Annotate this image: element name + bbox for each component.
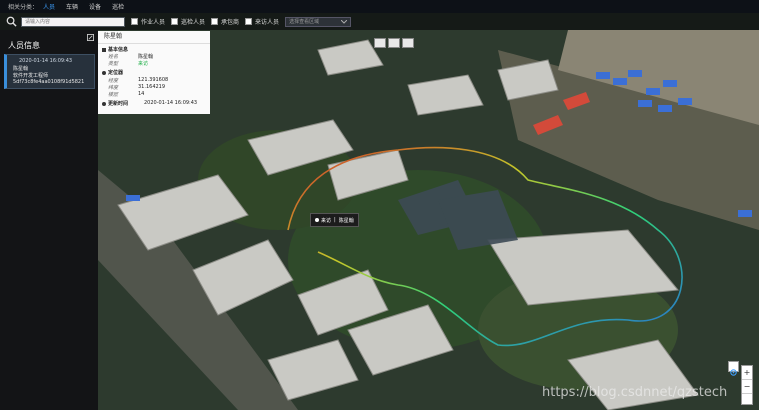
clock-icon <box>102 101 106 106</box>
lon-label: 经度 <box>108 78 119 84</box>
tab-people[interactable]: 人员 <box>43 2 55 11</box>
target-icon <box>730 369 737 376</box>
top-bar: 相关分类： 人员 车辆 设备 巡检 <box>0 0 759 13</box>
checkbox-box[interactable] <box>171 18 179 25</box>
area-select-placeholder: 选择查看区域 <box>289 19 320 25</box>
card-id: 5df73c8fe4aa0108f91d5821 <box>13 79 85 85</box>
name-value: 陈星翰 <box>138 54 154 60</box>
updated-value: 2020-01-14 16:09:43 <box>144 100 198 106</box>
user-icon <box>315 218 319 222</box>
floor-value: 14 <box>138 91 145 97</box>
map-tool-right-icon[interactable] <box>402 38 414 48</box>
checkbox-box[interactable] <box>245 18 253 25</box>
locate-button[interactable] <box>728 361 739 376</box>
floor-label: 楼层 <box>108 92 119 98</box>
checkbox-inspectors[interactable]: 巡检人员 <box>171 17 205 26</box>
person-card[interactable]: 2020-01-14 16:09:43 陈星翰 软件开发工程师 5df73c8f… <box>4 54 95 89</box>
person-info-panel: 人员信息 2020-01-14 16:09:43 陈星翰 软件开发工程师 5df… <box>0 30 98 410</box>
search-input[interactable] <box>21 16 125 27</box>
card-name: 陈星翰 <box>13 66 29 72</box>
checkbox-label: 巡检人员 <box>181 19 206 26</box>
lat-label: 纬度 <box>108 85 119 91</box>
zoom-control: + − <box>741 365 753 405</box>
checkbox-label: 承包商 <box>221 19 240 26</box>
user-icon <box>102 47 106 52</box>
popup-title: 陈星翰 <box>98 31 210 44</box>
card-time: 2020-01-14 16:09:43 <box>19 58 73 64</box>
checkbox-box[interactable] <box>211 18 219 25</box>
watermark: https://blog.csdnnet/qzstech <box>542 385 728 400</box>
checkbox-label: 作业人员 <box>141 19 166 26</box>
search-icon[interactable] <box>6 16 17 27</box>
map-toolbar <box>374 38 414 48</box>
map-tool-compare-icon[interactable] <box>388 38 400 48</box>
zoom-in-button[interactable]: + <box>742 366 752 380</box>
tab-devices[interactable]: 设备 <box>89 2 101 11</box>
category-label: 相关分类： <box>8 4 39 11</box>
section-basic: 基本信息 <box>102 46 128 53</box>
marker-type: 来访 <box>321 217 332 224</box>
name-label: 姓名 <box>108 54 119 60</box>
chevron-down-icon <box>341 19 348 24</box>
tab-inspection[interactable]: 巡检 <box>112 2 124 11</box>
section-updated: 更新时间 <box>102 100 128 107</box>
type-label: 类型 <box>108 61 119 67</box>
checkbox-workers[interactable]: 作业人员 <box>131 17 165 26</box>
pin-icon <box>102 70 106 75</box>
section-location-label: 定位器 <box>108 70 124 76</box>
checkbox-contractors[interactable]: 承包商 <box>211 17 239 26</box>
marker-separator: | <box>334 217 336 223</box>
area-select[interactable]: 选择查看区域 <box>285 16 352 27</box>
checkbox-box[interactable] <box>131 18 138 25</box>
zoom-out-button[interactable]: − <box>742 380 752 394</box>
section-location: 定位器 <box>102 69 123 76</box>
checkbox-label: 来访人员 <box>255 19 280 26</box>
info-popup: 陈星翰 基本信息 姓名 陈星翰 类型 来访 定位器 经度 121.391608 … <box>98 31 210 114</box>
filter-bar: 作业人员 巡检人员 承包商 来访人员 选择查看区域 <box>0 13 759 30</box>
section-updated-label: 更新时间 <box>108 101 129 107</box>
card-role: 软件开发工程师 <box>13 73 49 79</box>
person-marker[interactable]: 来访 | 陈星翰 <box>310 213 359 227</box>
lon-value: 121.391608 <box>138 77 169 83</box>
expand-icon[interactable] <box>87 34 94 41</box>
marker-name: 陈星翰 <box>338 217 354 224</box>
tab-vehicles[interactable]: 车辆 <box>66 2 78 11</box>
panel-title: 人员信息 <box>8 41 40 50</box>
type-value: 来访 <box>138 61 149 67</box>
lat-value: 31.164219 <box>138 84 166 90</box>
checkbox-visitors[interactable]: 来访人员 <box>245 17 279 26</box>
map-tool-left-icon[interactable] <box>374 38 386 48</box>
